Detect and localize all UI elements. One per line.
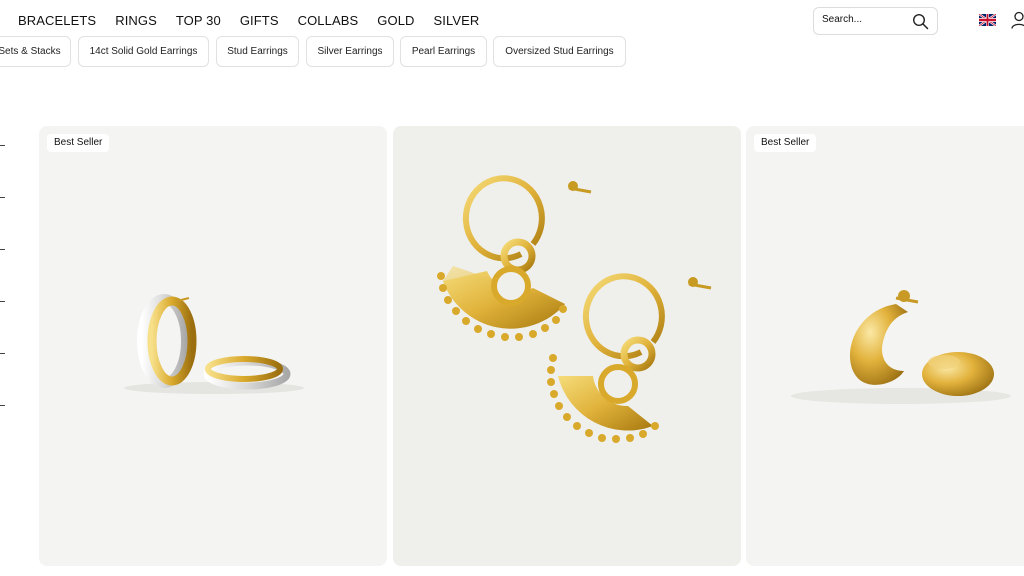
- product-card[interactable]: Best Seller: [39, 126, 387, 566]
- product-image-chunky-gold-hoops[interactable]: [746, 126, 1024, 566]
- filter-toggle[interactable]: [0, 301, 5, 302]
- filter-toggle[interactable]: [0, 197, 5, 198]
- chip-pearl-earrings[interactable]: Pearl Earrings: [400, 36, 487, 67]
- filter-toggle[interactable]: [0, 353, 5, 354]
- uk-flag-icon[interactable]: [979, 14, 996, 26]
- nav-link-silver[interactable]: SILVER: [434, 13, 480, 28]
- filter-toggle[interactable]: [0, 249, 5, 250]
- nav-link-collabs[interactable]: COLLABS: [298, 13, 359, 28]
- account-icon[interactable]: [1011, 11, 1024, 29]
- product-image-fan-charm-hoops[interactable]: [393, 126, 741, 566]
- chip-oversized-stud-earrings[interactable]: Oversized Stud Earrings: [493, 36, 626, 67]
- main-nav: BRACELETS RINGS TOP 30 GIFTS COLLABS GOL…: [18, 13, 498, 28]
- filter-toggle[interactable]: [0, 405, 5, 406]
- category-chips: Sets & Stacks 14ct Solid Gold Earrings S…: [0, 36, 1024, 68]
- nav-link-top-30[interactable]: TOP 30: [176, 13, 221, 28]
- nav-link-gold[interactable]: GOLD: [377, 13, 414, 28]
- search-box: [813, 7, 938, 35]
- nav-link-bracelets[interactable]: BRACELETS: [18, 13, 96, 28]
- best-seller-badge: Best Seller: [47, 134, 110, 152]
- chip-sets-and-stacks[interactable]: Sets & Stacks: [0, 36, 71, 67]
- chip-stud-earrings[interactable]: Stud Earrings: [216, 36, 299, 67]
- chip-14ct-solid-gold-earrings[interactable]: 14ct Solid Gold Earrings: [78, 36, 209, 67]
- product-card[interactable]: Best Seller: [746, 126, 1024, 566]
- nav-link-gifts[interactable]: GIFTS: [240, 13, 279, 28]
- best-seller-badge: Best Seller: [754, 134, 817, 152]
- filter-toggle[interactable]: [0, 145, 5, 146]
- product-card[interactable]: [393, 126, 741, 566]
- nav-link-rings[interactable]: RINGS: [115, 13, 157, 28]
- search-icon[interactable]: [912, 13, 929, 30]
- chip-silver-earrings[interactable]: Silver Earrings: [306, 36, 394, 67]
- product-image-two-tone-hoops[interactable]: [39, 126, 387, 566]
- search-input[interactable]: [822, 14, 907, 25]
